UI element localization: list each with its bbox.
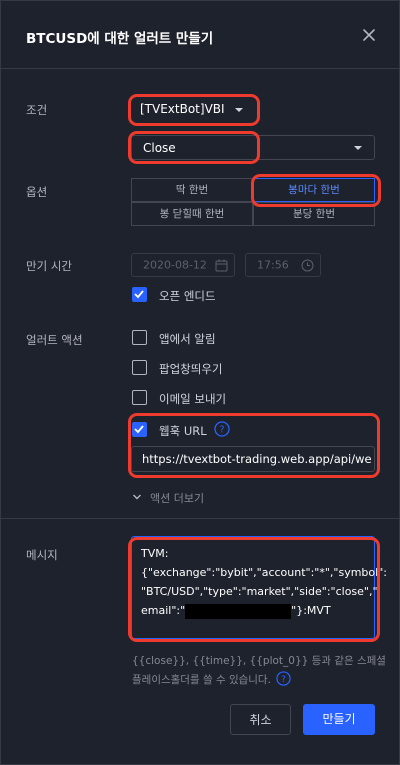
send-email-checkbox[interactable] <box>132 390 147 405</box>
condition-source-select[interactable]: [TVExtBot]VBI <box>131 98 251 120</box>
notify-in-app-label: 앱에서 알림 <box>159 332 216 346</box>
hint-line-text: 플레이스홀더를 쓸 수 있습니다. <box>132 674 271 686</box>
calendar-icon <box>215 259 228 272</box>
option-once-per-bar-close[interactable]: 봉 닫힐때 한번 <box>131 202 253 226</box>
close-icon[interactable] <box>359 25 379 45</box>
more-actions-label: 액션 더보기 <box>150 492 205 505</box>
message-line: email":" "}:MVT <box>141 601 387 620</box>
checkmark-icon <box>134 290 144 299</box>
message-textarea[interactable]: TVM: {"exchange":"bybit","account":"*","… <box>131 536 387 639</box>
expiration-label: 만기 시간 <box>26 259 72 273</box>
clock-icon <box>301 259 314 272</box>
create-alert-dialog: BTCUSD에 대한 얼러트 만들기 조건 [TVExtBot]VBI Clos… <box>0 0 400 765</box>
dialog-header: BTCUSD에 대한 얼러트 만들기 <box>1 1 399 69</box>
message-line: TVM: <box>141 547 169 560</box>
message-line-suffix: "}:MVT <box>291 604 331 617</box>
open-ended-checkbox[interactable] <box>132 287 147 302</box>
expiration-date-input[interactable]: 2020-08-12 <box>131 253 235 277</box>
chevron-down-icon <box>354 146 362 150</box>
help-icon[interactable]: ? <box>214 421 230 437</box>
show-popup-checkbox[interactable] <box>132 360 147 375</box>
options-label: 옵션 <box>26 185 48 199</box>
condition-label: 조건 <box>26 103 48 117</box>
chevron-down-icon <box>133 494 141 500</box>
create-button[interactable]: 만들기 <box>303 704 375 735</box>
svg-text:?: ? <box>281 675 286 685</box>
cancel-button[interactable]: 취소 <box>230 704 291 735</box>
expiration-time-input[interactable]: 17:56 <box>245 253 321 277</box>
more-actions-toggle[interactable]: 액션 더보기 <box>132 490 232 505</box>
expiration-date-value: 2020-08-12 <box>143 258 207 272</box>
condition-source-value: [TVExtBot]VBI <box>140 102 225 116</box>
alert-actions-label: 얼러트 액션 <box>26 333 83 347</box>
option-once-per-minute[interactable]: 분당 한번 <box>253 202 375 226</box>
webhook-url-checkbox[interactable] <box>132 422 147 437</box>
message-line-prefix: email":" <box>141 604 186 617</box>
condition-trigger-value: Close <box>143 140 176 155</box>
option-once-per-bar[interactable]: 봉마다 한번 <box>253 178 375 202</box>
message-text: TVM: {"exchange":"bybit","account":"*","… <box>141 544 387 620</box>
webhook-url-value: https://tvextbot-trading.web.app/api/we <box>142 452 372 466</box>
show-popup-label: 팝업창띄우기 <box>159 362 223 376</box>
divider <box>1 518 399 519</box>
hint-line: 플레이스홀더를 쓸 수 있습니다. ? <box>132 671 386 690</box>
webhook-url-input[interactable]: https://tvextbot-trading.web.app/api/we <box>131 446 375 472</box>
chevron-down-icon <box>235 108 243 112</box>
message-line: {"exchange":"bybit","account":"*","symbo… <box>141 566 387 579</box>
option-once[interactable]: 딱 한번 <box>131 178 253 202</box>
message-line: "BTC/USD","type":"market","side":"close"… <box>141 585 378 598</box>
checkmark-icon <box>134 425 144 434</box>
expiration-time-value: 17:56 <box>257 258 289 272</box>
redacted-email <box>185 603 292 619</box>
hint-line: {{close}}, {{time}}, {{plot_0}} 등과 같은 스페… <box>132 655 386 667</box>
dialog-title: BTCUSD에 대한 얼러트 만들기 <box>26 31 214 47</box>
message-label: 메시지 <box>26 548 58 562</box>
send-email-label: 이메일 보내기 <box>159 392 227 406</box>
condition-trigger-select[interactable]: Close <box>131 135 375 160</box>
webhook-url-label: 웹훅 URL <box>159 424 207 438</box>
help-icon[interactable]: ? <box>276 671 291 686</box>
open-ended-label: 오픈 엔디드 <box>159 289 216 303</box>
notify-in-app-checkbox[interactable] <box>132 330 147 345</box>
svg-text:?: ? <box>219 425 224 436</box>
placeholder-hint: {{close}}, {{time}}, {{plot_0}} 등과 같은 스페… <box>132 652 386 690</box>
